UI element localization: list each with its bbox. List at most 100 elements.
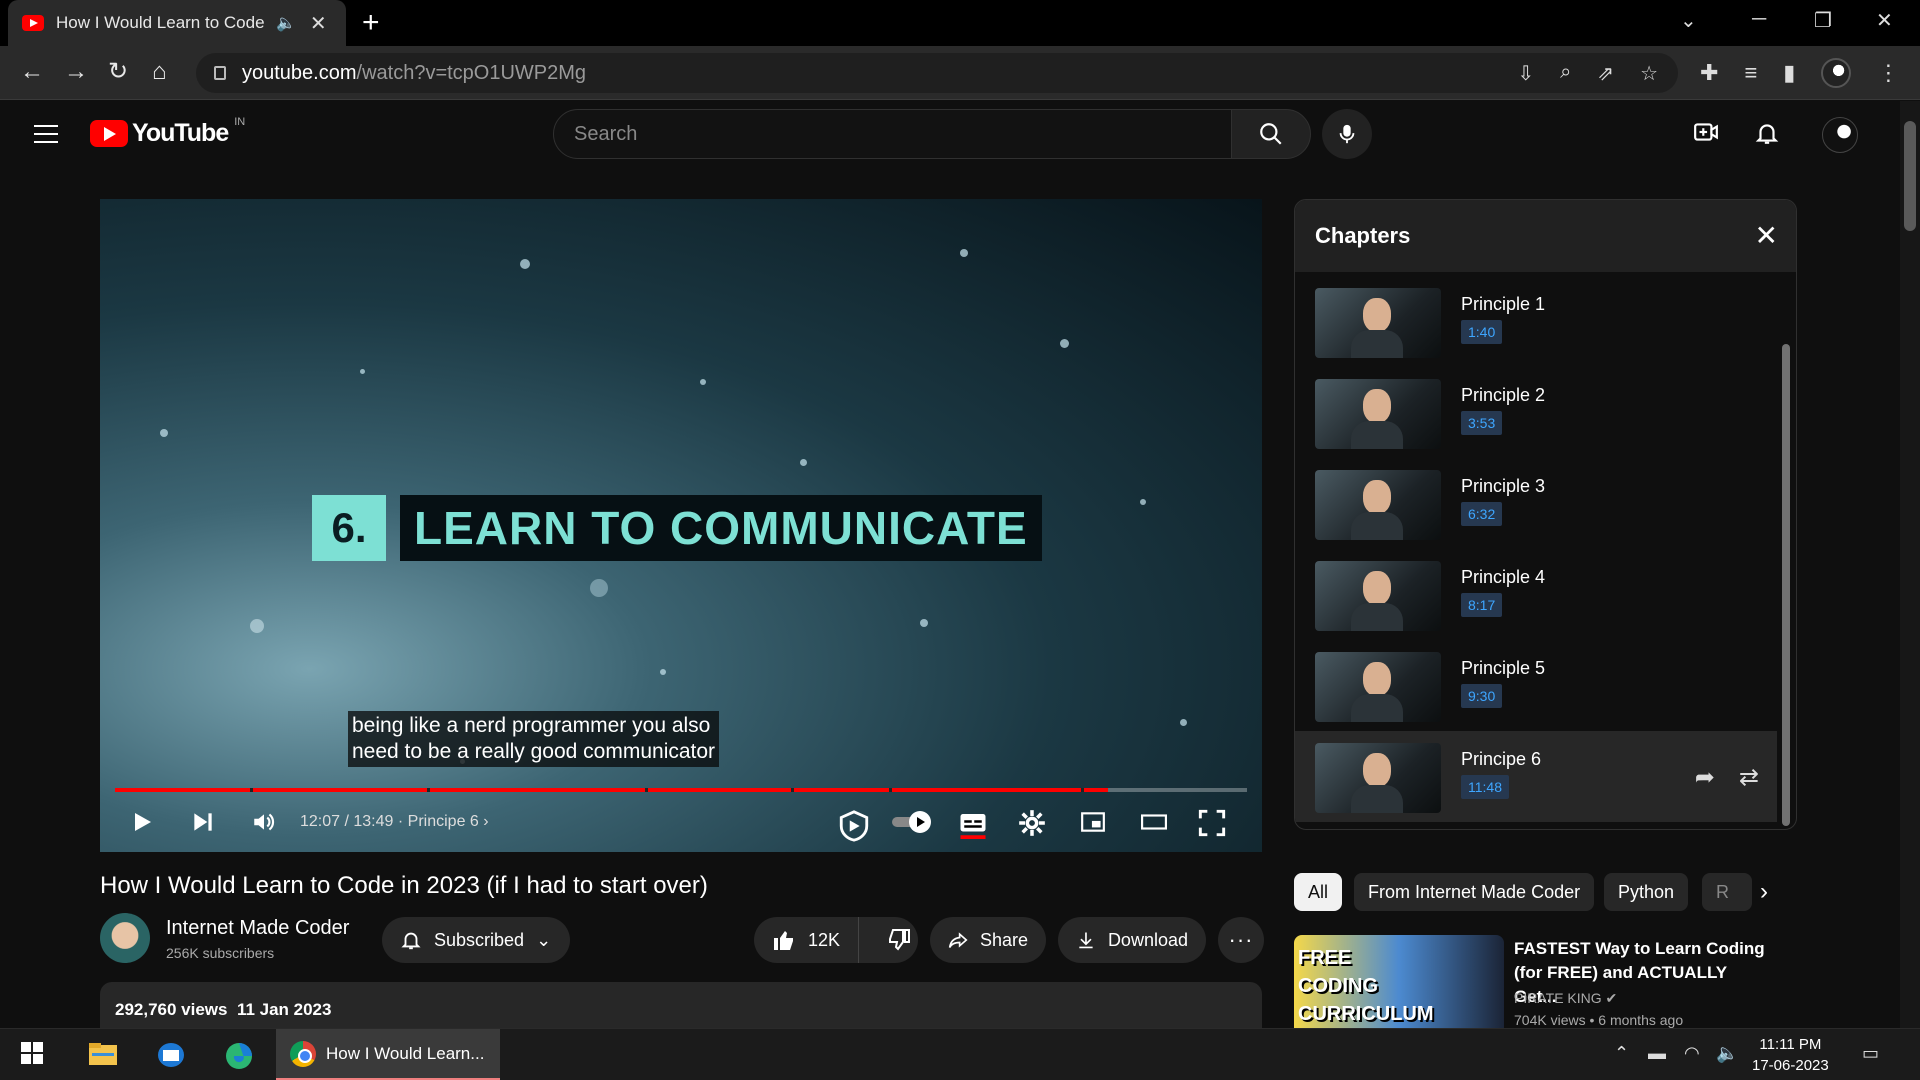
chapter-timestamp[interactable]: 1:40: [1461, 320, 1503, 344]
chapter-item-active[interactable]: Principe 6 11:48 ➦ ⇄: [1295, 731, 1777, 822]
chapter-timestamp[interactable]: 9:30: [1461, 684, 1503, 708]
wifi-icon[interactable]: ◠: [1684, 1043, 1700, 1064]
back-button[interactable]: ←: [20, 58, 44, 86]
caption-line-1: being like a nerd programmer you also: [352, 714, 711, 737]
edge-browser-icon[interactable]: [224, 1041, 254, 1069]
like-button[interactable]: 12K: [754, 917, 860, 963]
reload-button[interactable]: ↻: [108, 58, 128, 86]
progress-bar[interactable]: [115, 788, 1247, 792]
download-button[interactable]: Download: [1058, 917, 1206, 963]
bookmark-star-icon[interactable]: ☆: [1640, 61, 1658, 86]
forward-button[interactable]: →: [64, 58, 88, 86]
zoom-icon[interactable]: ⌕: [1560, 61, 1571, 86]
chapter-name: Principle 5: [1461, 658, 1546, 678]
chapter-item[interactable]: Principle 2 3:53: [1295, 367, 1777, 458]
system-clock[interactable]: 11:11 PM 17-06-2023: [1752, 1034, 1829, 1076]
chapter-timestamp[interactable]: 6:32: [1461, 502, 1503, 526]
profile-avatar[interactable]: [1821, 58, 1852, 88]
overlay-title: LEARN TO COMMUNICATE: [400, 495, 1042, 561]
chapter-timestamp[interactable]: 8:17: [1461, 593, 1503, 617]
notification-center-icon[interactable]: ▭: [1862, 1043, 1879, 1064]
chapter-item[interactable]: Principle 5 9:30: [1295, 640, 1777, 731]
home-button[interactable]: ⌂: [152, 58, 167, 86]
close-icon[interactable]: ✕: [1755, 222, 1778, 250]
window-close-button[interactable]: ✕: [1876, 8, 1893, 33]
chips-next-icon[interactable]: ›: [1760, 878, 1768, 906]
chapter-name: Principle 3: [1461, 476, 1546, 496]
share-button[interactable]: Share: [930, 917, 1046, 963]
share-icon[interactable]: ⇗: [1597, 61, 1614, 86]
youtube-logo[interactable]: YouTube IN: [90, 116, 245, 148]
chevron-right-icon[interactable]: ›: [483, 813, 488, 830]
browser-tab[interactable]: How I Would Learn to Code i 🔈 ✕: [8, 0, 346, 46]
voice-search-button[interactable]: [1322, 109, 1372, 159]
download-label: Download: [1107, 929, 1188, 950]
battery-icon[interactable]: ▬: [1648, 1043, 1666, 1064]
subscribed-button[interactable]: Subscribed ⌄: [382, 917, 570, 963]
more-actions-button[interactable]: ···: [1218, 917, 1264, 963]
create-video-icon[interactable]: [1692, 119, 1720, 152]
fullscreen-button[interactable]: [1198, 809, 1226, 844]
chapter-item[interactable]: Principle 3 6:32: [1295, 458, 1777, 549]
volume-tray-icon[interactable]: 🔈: [1716, 1043, 1738, 1064]
chapters-scrollbar[interactable]: [1782, 344, 1790, 826]
extensions-puzzle-icon[interactable]: ✚: [1700, 60, 1718, 86]
notifications-bell-icon[interactable]: [1754, 119, 1780, 154]
repeat-icon[interactable]: ⇄: [1739, 763, 1759, 792]
minimize-button[interactable]: ─: [1752, 8, 1766, 31]
chapter-item[interactable]: Principle 4 8:17: [1295, 549, 1777, 640]
chapter-timestamp[interactable]: 3:53: [1461, 411, 1503, 435]
autoplay-toggle[interactable]: [890, 809, 934, 842]
account-avatar[interactable]: [1822, 117, 1858, 153]
chevron-down-icon: ⌄: [536, 929, 552, 950]
video-player[interactable]: 6. LEARN TO COMMUNICATE being like a ner…: [100, 199, 1262, 852]
media-control-icon[interactable]: ≡: [1744, 60, 1757, 86]
chip-all[interactable]: All: [1294, 873, 1343, 911]
search-input[interactable]: [574, 122, 1232, 146]
hamburger-menu-icon[interactable]: [34, 125, 58, 149]
play-button[interactable]: [130, 809, 154, 842]
chapters-list: Principle 1 1:40 Principle 2 3:53 Princi…: [1295, 272, 1777, 822]
chip-python[interactable]: Python: [1604, 873, 1689, 911]
chapter-thumbnail: [1315, 288, 1441, 358]
chip-from-channel[interactable]: From Internet Made Coder: [1354, 873, 1595, 911]
sponsorblock-shield-icon[interactable]: [836, 809, 872, 850]
related-channel-name[interactable]: PIRATE KING ✔: [1514, 990, 1617, 1007]
address-bar[interactable]: youtube.com/watch?v=tcpO1UWP2Mg ⇩ ⌕ ⇗ ☆: [196, 53, 1678, 93]
subtitles-button[interactable]: [958, 809, 988, 846]
windows-start-icon[interactable]: [20, 1041, 50, 1069]
side-panel-icon[interactable]: ▮: [1783, 60, 1795, 86]
search-button[interactable]: [1231, 109, 1311, 159]
mail-app-icon[interactable]: [156, 1041, 186, 1069]
share-icon[interactable]: ➦: [1695, 763, 1715, 792]
settings-button[interactable]: [1018, 809, 1046, 844]
channel-avatar[interactable]: [100, 913, 150, 963]
theater-mode-button[interactable]: [1138, 809, 1170, 842]
chapter-timestamp[interactable]: 11:48: [1461, 775, 1509, 799]
dislike-button[interactable]: [871, 917, 927, 963]
restore-button[interactable]: ❐: [1814, 8, 1832, 33]
time-display: 12:07 / 13:49: [300, 813, 394, 830]
volume-button[interactable]: [250, 809, 278, 842]
tab-close-icon[interactable]: ✕: [310, 11, 327, 36]
page-scrollbar[interactable]: [1900, 101, 1920, 1036]
miniplayer-button[interactable]: [1078, 809, 1108, 842]
lock-icon[interactable]: [214, 66, 226, 80]
new-tab-button[interactable]: +: [362, 8, 380, 38]
subtitle-caption: being like a nerd programmer you also ne…: [348, 711, 720, 767]
browser-menu-icon[interactable]: ⋮: [1877, 60, 1899, 86]
file-explorer-icon[interactable]: [88, 1041, 118, 1069]
youtube-favicon-icon: [22, 15, 44, 31]
chapter-item[interactable]: Principle 1 1:40: [1295, 276, 1777, 367]
taskbar-chrome-window[interactable]: How I Would Learn...: [276, 1029, 500, 1080]
speaker-icon[interactable]: 🔈: [276, 13, 296, 33]
channel-name[interactable]: Internet Made Coder: [166, 917, 349, 940]
next-button[interactable]: [190, 809, 216, 842]
tab-search-icon[interactable]: ⌄: [1680, 8, 1697, 33]
chip-partial[interactable]: R: [1702, 873, 1752, 911]
browser-tab-bar: How I Would Learn to Code i 🔈 ✕ + ⌄ ─ ❐ …: [0, 0, 1920, 46]
chapter-title-button[interactable]: Principe 6: [408, 813, 479, 830]
install-icon[interactable]: ⇩: [1517, 61, 1534, 86]
show-hidden-icons-chevron-icon[interactable]: ⌃: [1614, 1043, 1629, 1064]
chapter-thumbnail: [1315, 561, 1441, 631]
